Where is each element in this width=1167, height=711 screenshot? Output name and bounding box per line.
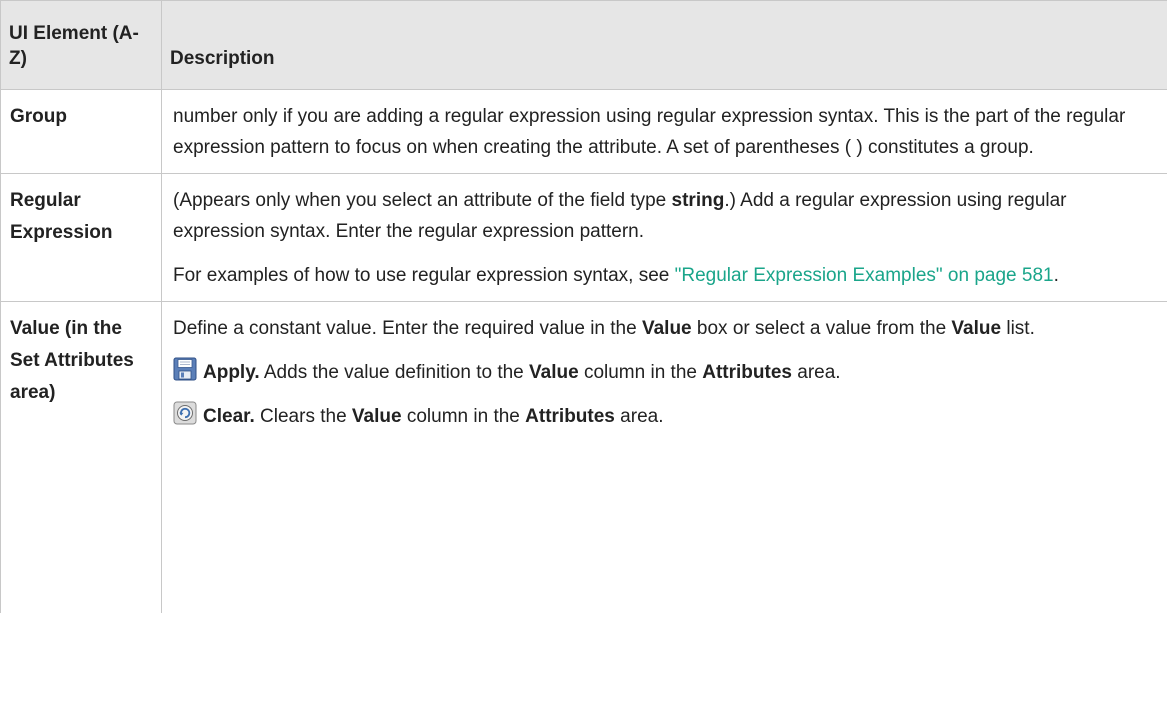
- row-element-name: Value (in the Set Attributes area): [0, 301, 162, 613]
- description-paragraph: (Appears only when you select an attribu…: [173, 190, 1067, 242]
- row-description: number only if you are adding a regular …: [161, 89, 1167, 174]
- row-description: (Appears only when you select an attribu…: [161, 173, 1167, 302]
- save-disk-icon: [173, 357, 197, 381]
- clear-refresh-icon: [173, 401, 197, 425]
- header-ui-element: UI Element (A-Z): [0, 0, 162, 90]
- regex-examples-link[interactable]: "Regular Expression Examples" on page 58…: [675, 265, 1054, 286]
- table-row: Value (in the Set Attributes area) Defin…: [0, 301, 1167, 613]
- description-paragraph: For examples of how to use regular expre…: [173, 265, 1059, 286]
- table-row: Regular Expression (Appears only when yo…: [0, 173, 1167, 302]
- ui-elements-table: UI Element (A-Z) Description Group numbe…: [0, 0, 1167, 613]
- description-text: number only if you are adding a regular …: [173, 106, 1126, 158]
- row-description: Define a constant value. Enter the requi…: [161, 301, 1167, 613]
- table-header-row: UI Element (A-Z) Description: [0, 0, 1167, 90]
- row-element-name: Group: [0, 89, 162, 174]
- apply-description: Apply. Adds the value definition to the …: [173, 357, 1157, 388]
- clear-description: Clear. Clears the Value column in the At…: [173, 401, 1157, 432]
- row-element-name: Regular Expression: [0, 173, 162, 302]
- description-paragraph: Define a constant value. Enter the requi…: [173, 318, 1035, 339]
- field-type-string: string: [671, 190, 725, 211]
- header-description: Description: [161, 0, 1167, 90]
- table-row: Group number only if you are adding a re…: [0, 89, 1167, 174]
